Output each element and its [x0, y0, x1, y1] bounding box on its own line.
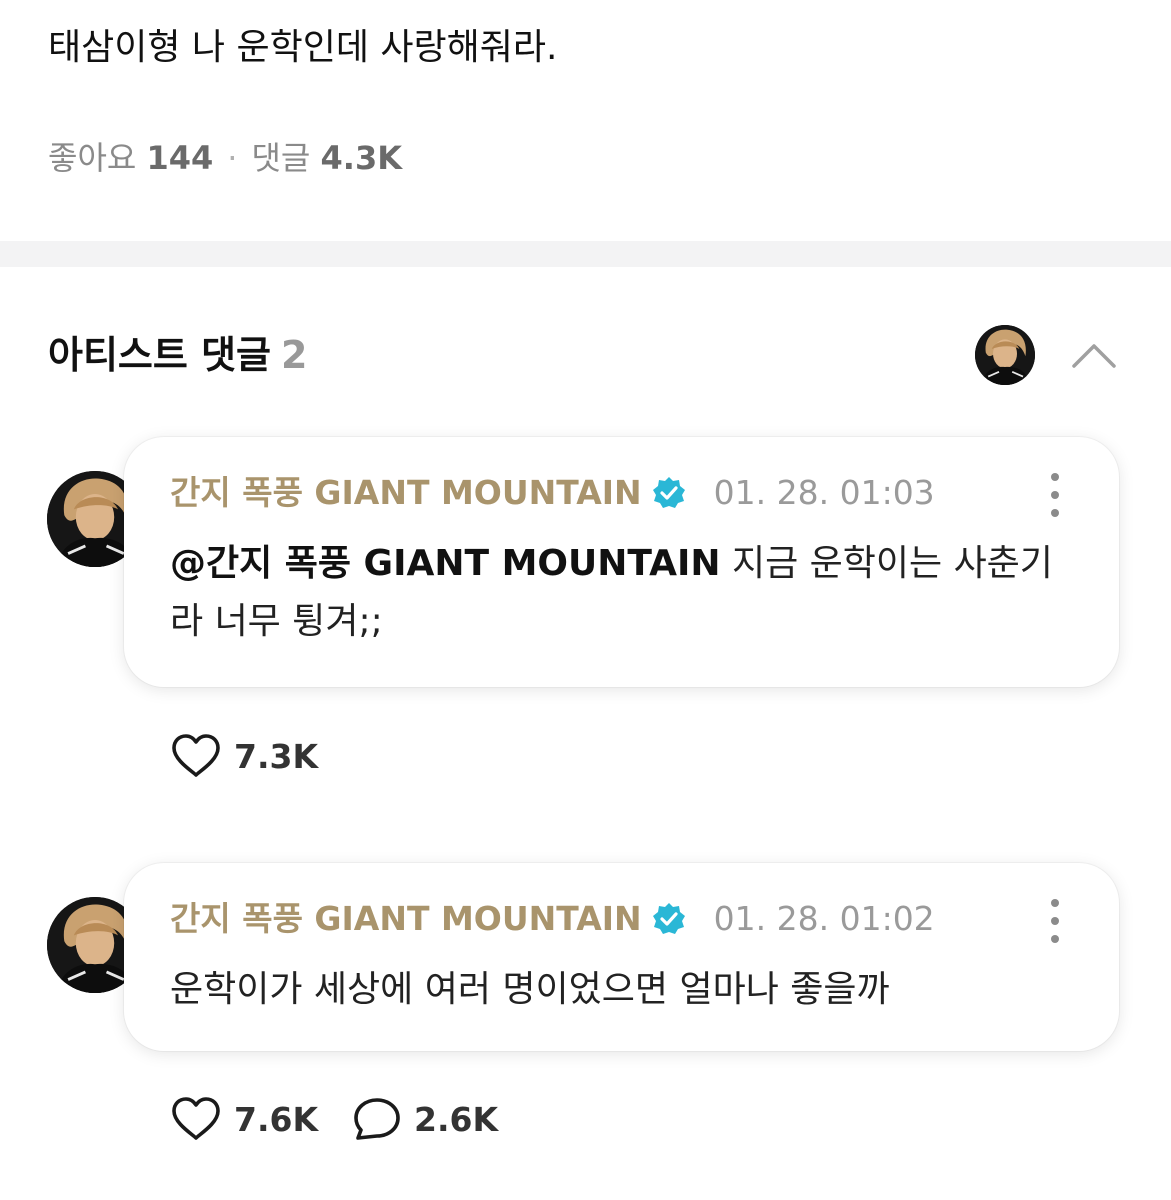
likes-label: 좋아요: [48, 139, 137, 177]
speech-bubble-icon: [354, 1098, 400, 1140]
comment-author[interactable]: 간지 폭풍 GIANT MOUNTAIN: [170, 471, 642, 515]
comments-count[interactable]: 4.3K: [321, 139, 402, 177]
comment-actions: 7.3K: [170, 733, 352, 779]
comment-text: 운학이가 세상에 여러 명이었으면 얼마나 좋을까: [170, 969, 890, 1010]
comment-meta: 간지 폭풍 GIANT MOUNTAIN 01. 28. 01:03: [170, 471, 935, 515]
like-count: 7.6K: [234, 1099, 319, 1139]
artist-comments-title: 아티스트 댓글 2: [48, 330, 307, 380]
more-vertical-icon[interactable]: [1043, 899, 1067, 943]
collapse-button[interactable]: [1066, 330, 1122, 380]
like-button[interactable]: 7.3K: [170, 733, 318, 779]
comment-meta: 간지 폭풍 GIANT MOUNTAIN 01. 28. 01:02: [170, 897, 935, 941]
comment-timestamp: 01. 28. 01:02: [713, 899, 935, 938]
comment-actions: 7.6K 2.6K: [170, 1096, 532, 1142]
stats-separator: ·: [227, 139, 238, 177]
heart-icon: [172, 1097, 220, 1140]
artist-comments-count: 2: [281, 333, 308, 377]
section-divider: [0, 241, 1171, 267]
comment-body: @간지 폭풍 GIANT MOUNTAIN 지금 운학이는 사춘기라 너무 튕겨…: [170, 535, 1070, 651]
comments-label: 댓글: [251, 139, 311, 177]
like-count: 7.3K: [234, 736, 319, 776]
reply-button[interactable]: 2.6K: [352, 1096, 498, 1142]
comment-bubble: 간지 폭풍 GIANT MOUNTAIN 01. 28. 01:02 운학이가 …: [124, 863, 1119, 1051]
verified-badge-icon: [652, 903, 685, 934]
comment-body: 운학이가 세상에 여러 명이었으면 얼마나 좋을까: [170, 961, 1070, 1019]
like-button[interactable]: 7.6K: [170, 1096, 318, 1142]
verified-badge-icon: [652, 477, 685, 508]
comment-author[interactable]: 간지 폭풍 GIANT MOUNTAIN: [170, 897, 642, 941]
post-stats: 좋아요 144 · 댓글 4.3K: [48, 138, 402, 178]
comment-mention[interactable]: @간지 폭풍 GIANT MOUNTAIN: [170, 543, 721, 584]
artist-comments-label: 아티스트 댓글: [48, 333, 271, 377]
likes-count[interactable]: 144: [147, 139, 214, 177]
comment-timestamp: 01. 28. 01:03: [713, 473, 935, 512]
page: 태삼이형 나 운학인데 사랑해줘라. 좋아요 144 · 댓글 4.3K 아티스트 …: [0, 0, 1171, 1200]
reply-count: 2.6K: [414, 1099, 499, 1139]
heart-icon: [172, 734, 220, 777]
chevron-up-icon: [1072, 344, 1116, 368]
post-text: 태삼이형 나 운학인데 사랑해줘라.: [48, 27, 558, 68]
header-avatar[interactable]: [975, 325, 1035, 385]
avatar-image: [975, 325, 1035, 385]
more-vertical-icon[interactable]: [1043, 473, 1067, 517]
comment-bubble: 간지 폭풍 GIANT MOUNTAIN 01. 28. 01:03 @간지 폭…: [124, 437, 1119, 687]
